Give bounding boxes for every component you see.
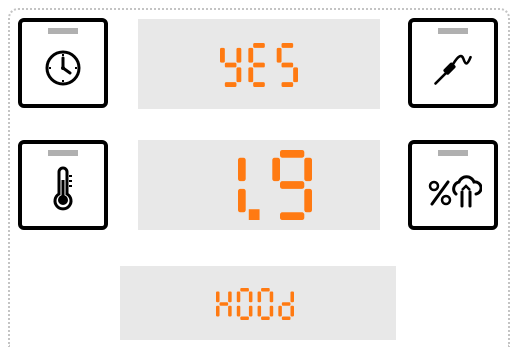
segment	[290, 305, 294, 317]
segment	[281, 302, 291, 306]
middle-display	[138, 140, 380, 230]
top-display	[138, 19, 380, 109]
segment	[238, 157, 246, 182]
segment-digit	[220, 47, 242, 87]
timer-led-indicator	[48, 28, 78, 34]
segment	[236, 305, 241, 317]
clock-icon	[42, 42, 84, 90]
segment	[278, 305, 282, 317]
segment-digit	[278, 291, 294, 320]
segment	[261, 288, 270, 292]
temperature-led-indicator	[48, 150, 78, 156]
segment	[281, 43, 294, 48]
humidity-led-indicator	[438, 150, 468, 156]
segment	[304, 157, 312, 182]
segment	[253, 43, 265, 48]
segment-digit	[257, 288, 274, 320]
segment	[261, 316, 270, 320]
segment	[281, 82, 294, 87]
segment	[236, 47, 242, 63]
timer-button[interactable]	[18, 18, 108, 108]
segment	[276, 47, 282, 63]
segment	[216, 305, 220, 317]
humidity-icon	[426, 164, 482, 212]
segment	[281, 62, 294, 68]
segment	[290, 291, 294, 303]
segment	[238, 188, 246, 213]
segment	[280, 212, 305, 220]
segment	[219, 302, 229, 306]
segment	[236, 67, 242, 83]
core-probe-icon	[432, 42, 474, 90]
segment	[236, 291, 241, 303]
segment	[220, 47, 225, 63]
segment-digit	[272, 150, 312, 220]
decimal-point	[248, 209, 260, 220]
segment	[280, 181, 305, 189]
segment	[281, 316, 291, 320]
segment	[248, 305, 253, 317]
segment	[248, 291, 253, 303]
top-display-digits	[220, 43, 298, 87]
segment	[224, 82, 237, 87]
segment	[253, 62, 265, 68]
segment	[228, 305, 232, 317]
segment	[304, 188, 312, 213]
segment	[248, 47, 254, 63]
segment	[248, 67, 254, 83]
segment	[228, 291, 232, 303]
segment	[253, 82, 265, 87]
segment	[224, 62, 237, 68]
thermometer-icon	[42, 164, 84, 212]
segment-digit	[216, 291, 232, 317]
probe-led-indicator	[438, 28, 468, 34]
segment	[269, 291, 274, 303]
segment	[269, 305, 274, 317]
segment	[240, 316, 249, 320]
humidity-button[interactable]	[408, 140, 498, 230]
segment	[272, 157, 280, 182]
bottom-display-digits	[216, 288, 294, 320]
segment	[280, 150, 305, 158]
segment	[216, 291, 220, 303]
middle-display-digits	[238, 150, 312, 220]
segment	[240, 288, 249, 292]
segment-digit	[248, 43, 265, 87]
bottom-display	[120, 266, 396, 340]
segment	[257, 305, 262, 317]
segment-digit	[238, 157, 260, 220]
temperature-button[interactable]	[18, 140, 108, 230]
segment-digit	[276, 43, 298, 87]
segment	[257, 291, 262, 303]
segment	[293, 67, 298, 83]
core-probe-button[interactable]	[408, 18, 498, 108]
segment-digit	[236, 288, 253, 320]
